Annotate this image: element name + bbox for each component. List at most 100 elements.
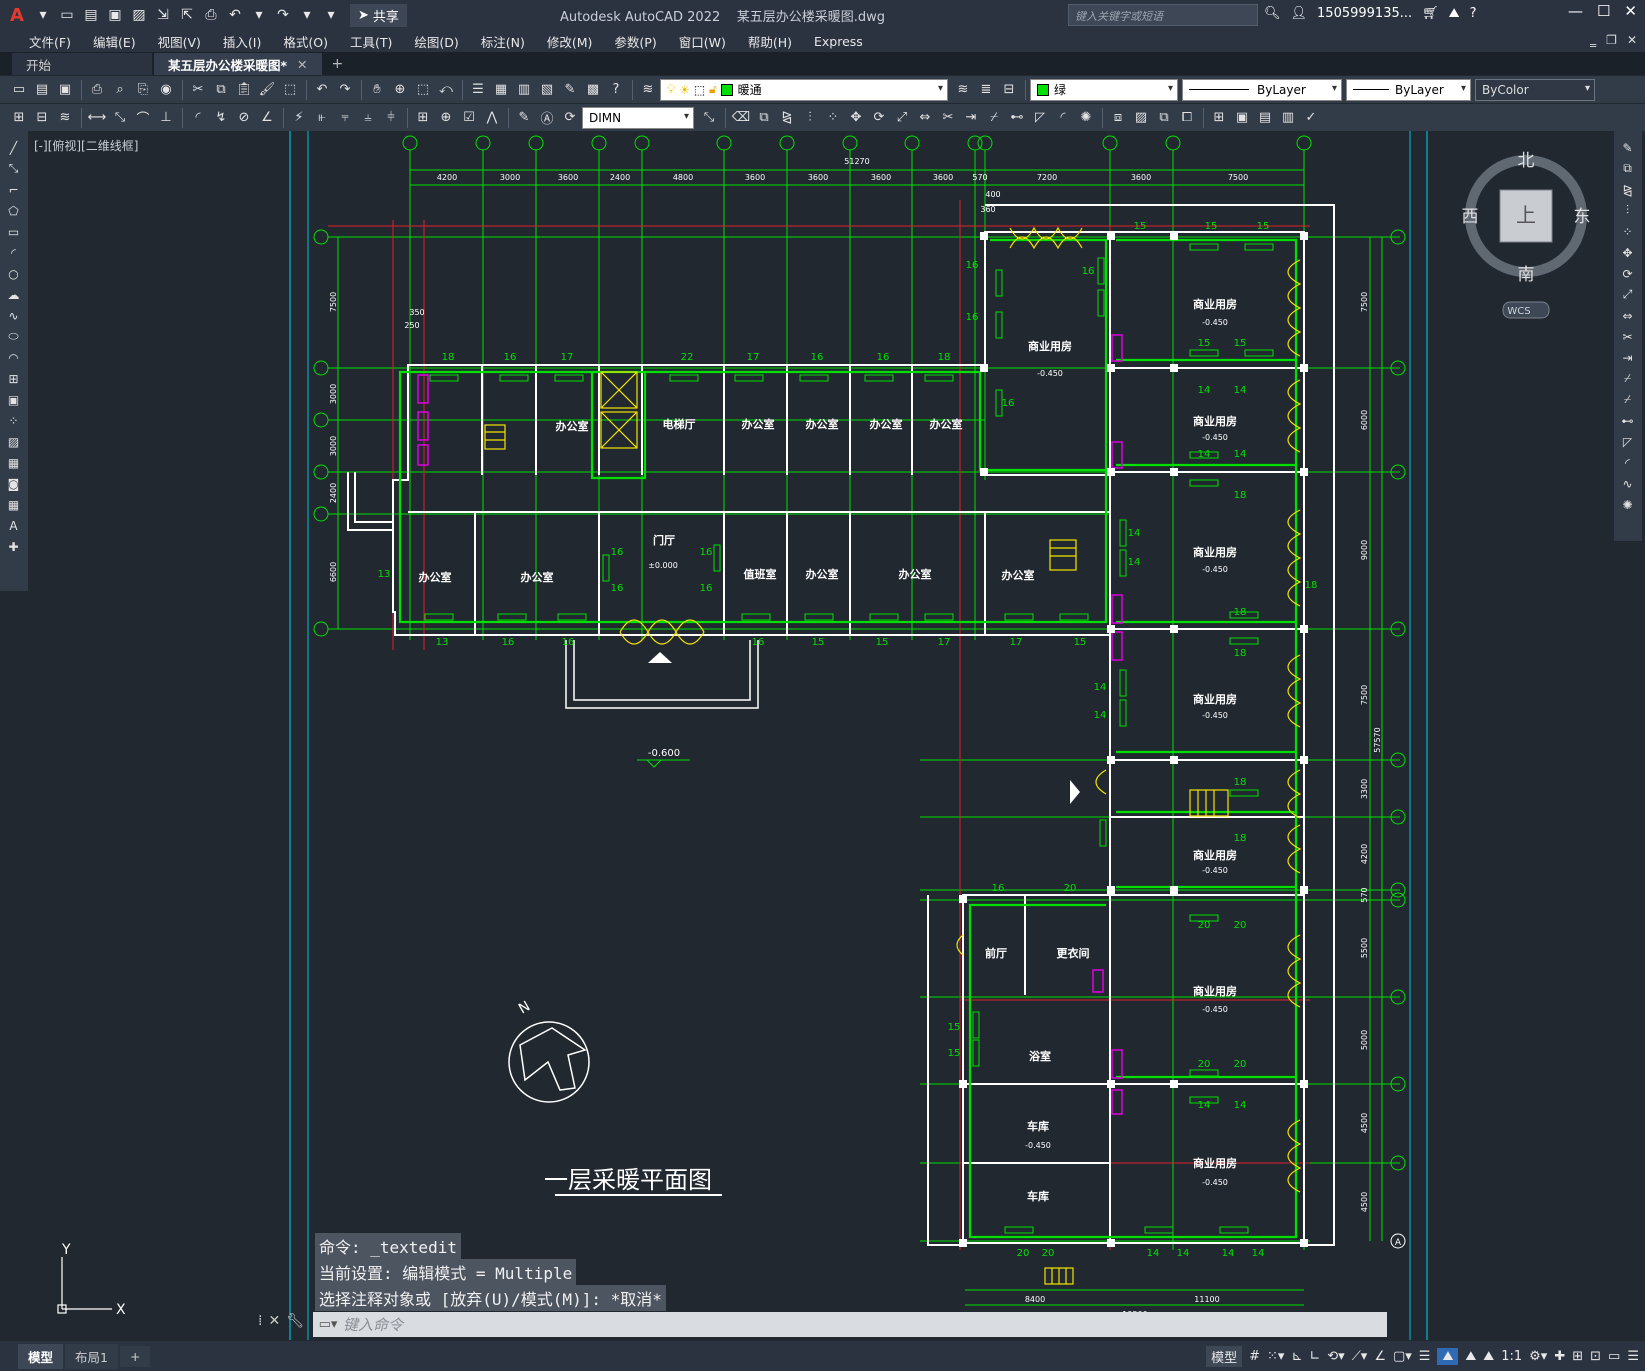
tab-layout1[interactable]: 布局1 xyxy=(65,1343,118,1369)
xref-icon[interactable]: ⊟ xyxy=(31,107,53,129)
close-icon[interactable]: ✕ xyxy=(1624,2,1637,20)
menu-express[interactable]: Express xyxy=(803,34,874,49)
arc-icon[interactable]: ◜ xyxy=(4,242,24,263)
ungroup-icon[interactable]: ⧠ xyxy=(1176,107,1198,129)
move-icon[interactable]: ✥ xyxy=(845,107,867,129)
menu-parametric[interactable]: 参数(P) xyxy=(603,32,667,51)
import-icon[interactable]: ⇲ xyxy=(152,4,174,26)
mtext-icon[interactable]: A xyxy=(4,515,24,536)
r-extend-icon[interactable]: ⇥ xyxy=(1618,347,1638,368)
add-selected-icon[interactable]: ✚ xyxy=(4,536,24,557)
workspace-icon[interactable]: ⚙▾ xyxy=(1529,1349,1547,1364)
break-icon[interactable]: ⌿ xyxy=(983,107,1005,129)
cut-icon[interactable]: ✂ xyxy=(187,79,209,101)
customize-cmd-icon[interactable]: 🔧︎ xyxy=(286,1313,304,1329)
tab-model[interactable]: 模型 xyxy=(18,1343,64,1369)
pan-icon[interactable]: ✋︎ xyxy=(366,79,388,101)
annotation-monitor-icon[interactable]: ✚ xyxy=(1554,1349,1565,1364)
make-current-icon[interactable]: ≋ xyxy=(952,79,974,101)
linetype-dropdown[interactable]: ByLayer ▾ xyxy=(1182,78,1342,101)
dim-text-edit-icon[interactable]: Ⓐ xyxy=(536,107,558,129)
export-icon[interactable]: ⇱ xyxy=(176,4,198,26)
doc-restore-icon[interactable]: ❐ xyxy=(1606,33,1617,47)
r-join-icon[interactable]: ⊷ xyxy=(1618,410,1638,431)
r-copy-icon[interactable]: ⧉ xyxy=(1618,158,1638,179)
dim-linear-icon[interactable]: ⟷ xyxy=(86,107,108,129)
tab-start[interactable]: 开始 xyxy=(12,53,152,75)
view-cube-north[interactable]: 北 xyxy=(1518,151,1535,171)
new-icon[interactable]: ▭ xyxy=(56,4,78,26)
object-track-icon[interactable]: ∠ xyxy=(1374,1349,1386,1364)
erase-icon[interactable]: ⌫ xyxy=(730,107,752,129)
save-file-icon[interactable]: ▣ xyxy=(54,79,76,101)
annotation-scale-icon[interactable]: ⛰ xyxy=(1483,1349,1494,1364)
user-icon[interactable]: 👤︎ xyxy=(1291,6,1308,21)
tab-close-icon[interactable]: ✕ xyxy=(297,57,307,72)
menu-modify[interactable]: 修改(M) xyxy=(536,32,604,51)
minimize-icon[interactable]: — xyxy=(1568,2,1583,20)
dim-radius-icon[interactable]: ◜ xyxy=(187,107,209,129)
menu-draw[interactable]: 绘图(D) xyxy=(403,32,469,51)
dim-break-icon[interactable]: ⫩ xyxy=(380,107,402,129)
explode-icon[interactable]: ✺ xyxy=(1075,107,1097,129)
menu-window[interactable]: 窗口(W) xyxy=(668,32,737,51)
table-icon[interactable]: ▦ xyxy=(4,494,24,515)
copy-icon[interactable]: ⧉ xyxy=(210,79,232,101)
close-cmd-icon[interactable]: ✕ xyxy=(268,1313,280,1329)
inspect-icon[interactable]: ☑ xyxy=(458,107,480,129)
customization-icon[interactable]: ☰ xyxy=(1627,1349,1639,1364)
draworder-icon[interactable]: ⧈ xyxy=(1107,107,1129,129)
ellipse-icon[interactable]: ⬭ xyxy=(4,326,24,347)
extend-icon[interactable]: ⇥ xyxy=(960,107,982,129)
circle-icon[interactable]: ○ xyxy=(4,263,24,284)
center-mark-icon[interactable]: ⊕ xyxy=(435,107,457,129)
menu-insert[interactable]: 插入(I) xyxy=(212,32,272,51)
dim-continue-icon[interactable]: ⫧ xyxy=(334,107,356,129)
doc-close-icon[interactable]: ✕ xyxy=(1627,33,1637,47)
open-file-icon[interactable]: ▤ xyxy=(31,79,53,101)
layer-dropdown[interactable]: 💡︎ ☀ ⬚ 🔓︎ 暖通 ▾ xyxy=(660,78,948,101)
line-icon[interactable]: ╱ xyxy=(4,137,24,158)
insert-icon[interactable]: ⊞ xyxy=(1208,107,1230,129)
attribute-icon[interactable]: ▤ xyxy=(1254,107,1276,129)
polygon-icon[interactable]: ⬠ xyxy=(4,200,24,221)
view-cube-east[interactable]: 东 xyxy=(1574,207,1591,227)
region-icon[interactable]: ◙ xyxy=(4,473,24,494)
revcloud-icon[interactable]: ☁︎ xyxy=(4,284,24,305)
lineweight-icon[interactable]: ☰ xyxy=(1419,1349,1431,1364)
r-mirror-icon[interactable]: ⧎ xyxy=(1618,179,1638,200)
layer-previous-icon[interactable]: ≣ xyxy=(975,79,997,101)
undo-dropdown-icon[interactable]: ▾ xyxy=(248,4,270,26)
r-trim-icon[interactable]: ✂ xyxy=(1618,326,1638,347)
menu-tools[interactable]: 工具(T) xyxy=(339,32,403,51)
scale-value[interactable]: 1:1 xyxy=(1501,1349,1522,1364)
hatch-draw-icon[interactable]: ▨ xyxy=(4,431,24,452)
search-input[interactable]: 键入关键字或短语 xyxy=(1068,4,1258,26)
r-explode-icon[interactable]: ✺ xyxy=(1618,494,1638,515)
markup-icon[interactable]: ✎ xyxy=(559,79,581,101)
annotation-visibility-icon[interactable]: ⛰ xyxy=(1437,1348,1459,1365)
block-icon[interactable]: ▣ xyxy=(1231,107,1253,129)
rectangle-icon[interactable]: ▭ xyxy=(4,221,24,242)
chamfer-icon[interactable]: ◸ xyxy=(1029,107,1051,129)
calculator-icon[interactable]: ▩ xyxy=(582,79,604,101)
r-chamfer-icon[interactable]: ◸ xyxy=(1618,431,1638,452)
dim-arc-icon[interactable]: ⌒ xyxy=(132,107,154,129)
cart-icon[interactable]: 🛒︎ xyxy=(1422,6,1439,21)
gradient-icon[interactable]: ▦ xyxy=(4,452,24,473)
r-break-point-icon[interactable]: ⌿ xyxy=(1618,368,1638,389)
construction-line-icon[interactable]: ⤡ xyxy=(4,158,24,179)
write-block-icon[interactable]: ▥ xyxy=(1277,107,1299,129)
hatch-icon[interactable]: ▨ xyxy=(1130,107,1152,129)
insert-block-draw-icon[interactable]: ⊞ xyxy=(4,368,24,389)
dim-aligned-icon[interactable]: ⤡ xyxy=(109,107,131,129)
menu-view[interactable]: 视图(V) xyxy=(147,32,212,51)
publish-icon[interactable]: ⎘ xyxy=(132,79,154,101)
menu-dimension[interactable]: 标注(N) xyxy=(470,32,536,51)
offset-icon[interactable]: ⫶ xyxy=(799,107,821,129)
3d-print-icon[interactable]: ◉ xyxy=(155,79,177,101)
match-prop-icon[interactable]: 🖌︎ xyxy=(256,79,278,101)
point-icon[interactable]: ⁘ xyxy=(4,410,24,431)
quick-dim-icon[interactable]: ⚡︎ xyxy=(288,107,310,129)
osnap-icon[interactable]: ▢▾ xyxy=(1393,1349,1412,1364)
